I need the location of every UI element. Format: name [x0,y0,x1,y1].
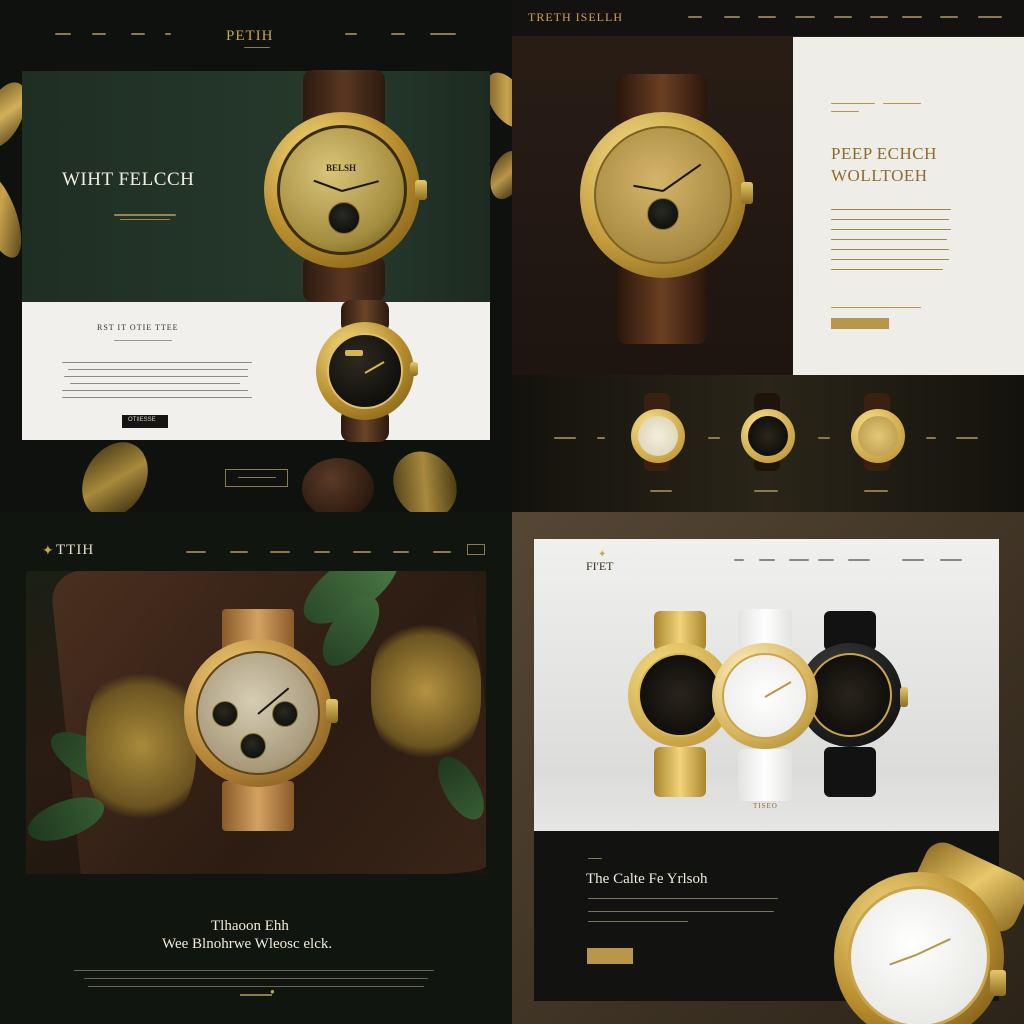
nav-link[interactable] [186,551,206,553]
nav-link[interactable] [758,16,776,18]
leaf-decoration [69,430,161,512]
brand-logo[interactable]: FI'ET [586,559,614,574]
section-heading: Tlhaoon Ehh [211,918,289,934]
nav-link[interactable] [940,559,962,561]
product-strip [512,375,1024,512]
nav-link[interactable] [902,16,922,18]
panel-top-right: TRETH ISELLH PEEP ECHCH WOLLTOEH [512,0,1024,512]
product-price [754,490,778,492]
hero-subtitle [114,214,176,216]
nav-link[interactable] [978,16,1002,18]
nav-link[interactable] [393,551,409,553]
nav-link[interactable] [940,16,958,18]
section-heading: Wee Blnohrwe Wleosc elck. [162,936,333,952]
feature-title: The Calte Fe Yrlsoh [586,871,708,887]
nav-link[interactable] [789,559,809,561]
arrow-icon: ● [270,987,275,996]
cta-button-label: OTIIESSE [128,417,156,423]
brand-tagline [244,47,270,48]
eyebrow [831,103,875,104]
nav-link[interactable] [795,16,815,18]
nav-link[interactable] [834,16,852,18]
logo-icon: ✦ [42,542,54,558]
nav-link[interactable] [353,551,371,553]
nav-link[interactable] [92,33,106,35]
nav-link[interactable] [55,33,71,35]
nav-link[interactable] [848,559,870,561]
nav-link[interactable] [902,559,924,561]
nav-link[interactable] [314,551,330,553]
nav-link[interactable] [759,559,775,561]
cta-button[interactable] [587,948,633,964]
product-showcase: FI'ET ✦ TISEO [534,539,999,831]
panel-top-left: PETIH WIHT FELCCH BELSH RST IT OTIE TTEE [0,0,512,512]
nav-bar: TRETH ISELLH [512,0,1024,36]
product-price [864,490,888,492]
nav-link[interactable] [391,33,405,35]
leaf-decoration [380,439,470,512]
cta-button[interactable]: OTIIESSE [122,415,168,428]
nav-link[interactable] [165,33,171,35]
brand-logo[interactable]: TRETH ISELLH [528,10,623,25]
panel-bottom-left: ✦ TTIH Tlhaoon Ehh Wee Blnohrwe Wleosc e… [0,512,512,1024]
nav-link[interactable] [433,551,451,553]
brand-logo[interactable]: TTIH [56,542,94,559]
panel-bottom-right: FI'ET ✦ TISEO The Calte Fe Yrlsoh [512,512,1024,1024]
product-price [650,490,672,492]
nav-link[interactable] [430,33,456,35]
hero-subtitle [120,219,170,220]
brand-logo[interactable]: PETIH [226,28,274,45]
nav-link[interactable] [688,16,702,18]
cart-button[interactable] [467,544,485,555]
dark-stone [302,458,374,512]
shop-button[interactable] [225,469,288,487]
section-title: RST IT OTIE TTEE [97,323,179,332]
read-more-link[interactable] [240,994,272,996]
info-card: RST IT OTIE TTEE OTIIESSE [22,302,490,440]
product-heading: WOLLTOEH [831,166,928,185]
product-heading: PEEP ECHCH [831,144,937,163]
cta-button[interactable] [831,318,889,329]
nav-link[interactable] [724,16,740,18]
nav-link[interactable] [345,33,357,35]
showcase-caption: TISEO [753,802,778,810]
info-card: PEEP ECHCH WOLLTOEH [793,37,1024,375]
nav-link[interactable] [818,559,834,561]
nav-link[interactable] [131,33,145,35]
logo-icon: ✦ [598,549,607,560]
hero-title: WIHT FELCCH [62,169,195,190]
nav-link[interactable] [230,551,248,553]
nav-link[interactable] [734,559,744,561]
hero-image [26,571,486,874]
nav-link[interactable] [270,551,290,553]
nav-link[interactable] [870,16,888,18]
